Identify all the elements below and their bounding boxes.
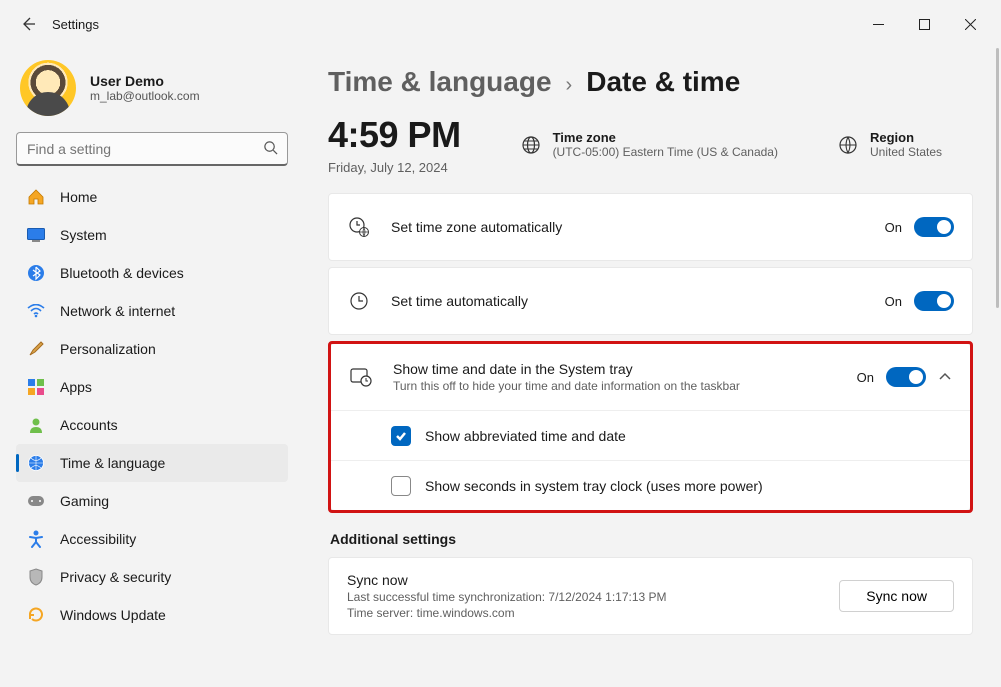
avatar — [20, 60, 76, 116]
search-input[interactable] — [16, 132, 288, 166]
setting-row-systray[interactable]: Show time and date in the System tray Tu… — [331, 344, 970, 410]
breadcrumb: Time & language › Date & time — [328, 66, 973, 98]
toggle-systray[interactable] — [886, 367, 926, 387]
option-label: Show seconds in system tray clock (uses … — [425, 478, 763, 494]
sidebar-item-label: Accounts — [60, 417, 118, 433]
setting-sublabel: Turn this off to hide your time and date… — [393, 379, 740, 393]
update-icon — [26, 605, 46, 625]
option-seconds[interactable]: Show seconds in system tray clock (uses … — [331, 460, 970, 510]
breadcrumb-parent[interactable]: Time & language — [328, 66, 552, 98]
arrow-left-icon — [20, 16, 36, 32]
back-button[interactable] — [8, 4, 48, 44]
shield-icon — [26, 567, 46, 587]
sidebar-item-label: Network & internet — [60, 303, 175, 319]
toggle-auto-timezone[interactable] — [914, 217, 954, 237]
apps-icon — [26, 377, 46, 397]
minimize-button[interactable] — [855, 8, 901, 40]
setting-row-auto-time[interactable]: Set time automatically On — [329, 268, 972, 334]
option-abbreviated[interactable]: Show abbreviated time and date — [331, 410, 970, 460]
checkbox-seconds[interactable] — [391, 476, 411, 496]
system-icon — [26, 225, 46, 245]
minimize-icon — [873, 19, 884, 30]
sidebar-item-accessibility[interactable]: Accessibility — [16, 520, 288, 558]
user-email: m_lab@outlook.com — [90, 89, 200, 103]
window-title: Settings — [52, 17, 99, 32]
globe-clock-icon — [26, 453, 46, 473]
gamepad-icon — [26, 491, 46, 511]
current-date: Friday, July 12, 2024 — [328, 160, 461, 175]
setting-label: Set time zone automatically — [391, 219, 562, 235]
close-icon — [965, 19, 976, 30]
region-value: United States — [870, 145, 942, 159]
taskbar-clock-icon — [349, 367, 373, 387]
accessibility-icon — [26, 529, 46, 549]
sidebar-item-label: Privacy & security — [60, 569, 171, 585]
paintbrush-icon — [26, 339, 46, 359]
sidebar-item-label: Time & language — [60, 455, 165, 471]
setting-row-sync: Sync now Last successful time synchroniz… — [329, 558, 972, 634]
toggle-auto-time[interactable] — [914, 291, 954, 311]
sidebar-item-label: Home — [60, 189, 97, 205]
sidebar-item-privacy[interactable]: Privacy & security — [16, 558, 288, 596]
bluetooth-icon — [26, 263, 46, 283]
user-profile[interactable]: User Demo m_lab@outlook.com — [16, 56, 288, 132]
maximize-button[interactable] — [901, 8, 947, 40]
timezone-value: (UTC-05:00) Eastern Time (US & Canada) — [553, 145, 778, 159]
page-title: Date & time — [586, 66, 740, 98]
sidebar-item-label: Personalization — [60, 341, 156, 357]
globe-icon — [521, 135, 541, 155]
chevron-up-icon[interactable] — [938, 370, 952, 384]
sync-now-button[interactable]: Sync now — [839, 580, 954, 612]
toggle-state: On — [885, 294, 902, 309]
close-button[interactable] — [947, 8, 993, 40]
sync-last: Last successful time synchronization: 7/… — [347, 590, 667, 604]
user-name: User Demo — [90, 73, 200, 89]
option-label: Show abbreviated time and date — [425, 428, 626, 444]
highlighted-section: Show time and date in the System tray Tu… — [328, 341, 973, 513]
sidebar-item-label: Gaming — [60, 493, 109, 509]
person-icon — [26, 415, 46, 435]
toggle-state: On — [857, 370, 874, 385]
setting-row-auto-timezone[interactable]: Set time zone automatically On — [329, 194, 972, 260]
sidebar-item-bluetooth[interactable]: Bluetooth & devices — [16, 254, 288, 292]
sidebar-item-accounts[interactable]: Accounts — [16, 406, 288, 444]
chevron-right-icon: › — [566, 74, 573, 97]
sidebar-item-apps[interactable]: Apps — [16, 368, 288, 406]
home-icon — [26, 187, 46, 207]
sidebar-item-gaming[interactable]: Gaming — [16, 482, 288, 520]
maximize-icon — [919, 19, 930, 30]
clock-globe-icon — [347, 216, 371, 238]
setting-label: Set time automatically — [391, 293, 528, 309]
sidebar-item-network[interactable]: Network & internet — [16, 292, 288, 330]
sidebar-item-label: Accessibility — [60, 531, 136, 547]
sidebar-item-time[interactable]: Time & language — [16, 444, 288, 482]
wifi-icon — [26, 301, 46, 321]
sidebar-item-label: Apps — [60, 379, 92, 395]
sidebar-item-label: Bluetooth & devices — [60, 265, 184, 281]
check-icon — [395, 430, 407, 442]
checkbox-abbreviated[interactable] — [391, 426, 411, 446]
sidebar-item-label: Windows Update — [60, 607, 166, 623]
sidebar-item-update[interactable]: Windows Update — [16, 596, 288, 634]
sync-server: Time server: time.windows.com — [347, 606, 667, 620]
region-label: Region — [870, 130, 942, 145]
sidebar-item-system[interactable]: System — [16, 216, 288, 254]
clock-icon — [347, 291, 371, 311]
search-icon — [263, 140, 278, 158]
sync-title: Sync now — [347, 572, 667, 588]
sidebar-item-label: System — [60, 227, 107, 243]
sidebar-item-personalization[interactable]: Personalization — [16, 330, 288, 368]
current-time: 4:59 PM — [328, 114, 461, 156]
toggle-state: On — [885, 220, 902, 235]
setting-label: Show time and date in the System tray — [393, 361, 740, 377]
region-icon — [838, 135, 858, 155]
section-heading: Additional settings — [330, 531, 973, 547]
timezone-label: Time zone — [553, 130, 778, 145]
sidebar-item-home[interactable]: Home — [16, 178, 288, 216]
